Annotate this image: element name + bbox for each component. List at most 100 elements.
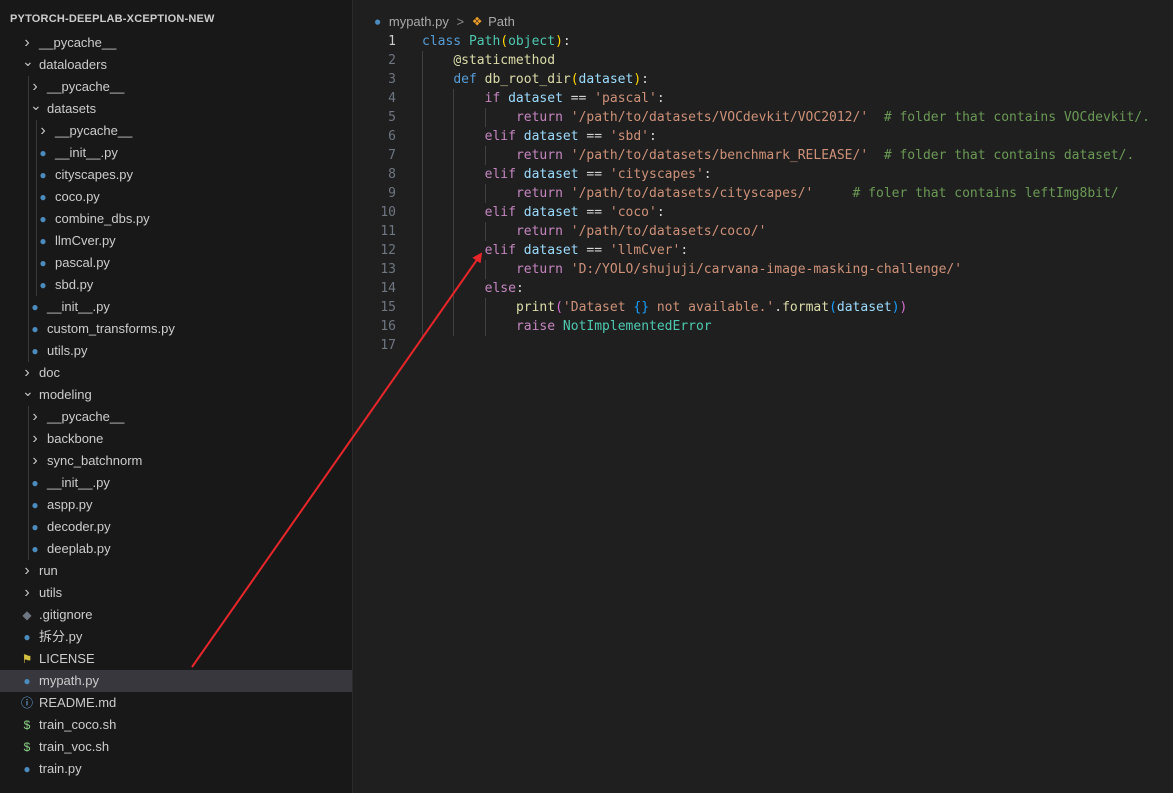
explorer-title[interactable]: PYTORCH-DEEPLAB-XCEPTION-NEW	[10, 13, 215, 25]
code-token: ==	[578, 167, 610, 182]
file-item[interactable]: ● __init__.py	[0, 142, 352, 164]
folder-item[interactable]: ⌄ dataloaders	[0, 53, 352, 76]
code-token: object	[508, 34, 556, 49]
line-number: 14	[380, 281, 396, 296]
line-number: 13	[380, 262, 396, 277]
python-icon: ●	[31, 542, 39, 556]
info-icon: ⓘ	[20, 696, 33, 710]
python-icon: ●	[374, 14, 382, 29]
file-item[interactable]: ● mypath.py	[0, 670, 352, 692]
file-item[interactable]: ● coco.py	[0, 186, 352, 208]
code-token: db_root_dir	[484, 72, 571, 87]
dollar-icon: $	[23, 718, 31, 732]
file-item[interactable]: ● pascal.py	[0, 252, 352, 274]
file-item[interactable]: ⚑ LICENSE	[0, 648, 352, 670]
code-text: return '/path/to/datasets/benchmark_RELE…	[516, 146, 1134, 165]
code-token: ==	[578, 205, 610, 220]
code-token: dataset	[523, 167, 579, 182]
code-token: :	[656, 91, 665, 106]
code-token: NotImplementedError	[562, 319, 712, 334]
folder-item[interactable]: › backbone	[0, 428, 352, 450]
file-item[interactable]: ● combine_dbs.py	[0, 208, 352, 230]
code-token: dataset	[523, 243, 579, 258]
code-text: print('Dataset {} not available.'.format…	[516, 298, 907, 317]
folder-item[interactable]: ⌄ modeling	[0, 383, 352, 406]
chevron-right-icon[interactable]: ›	[22, 582, 32, 604]
folder-item[interactable]: ⌄ datasets	[0, 97, 352, 120]
file-item[interactable]: $ train_coco.sh	[0, 714, 352, 736]
code-token: 'Dataset	[562, 300, 634, 315]
code-token: return	[515, 110, 571, 125]
file-item[interactable]: ● aspp.py	[0, 494, 352, 516]
folder-item[interactable]: › doc	[0, 362, 352, 384]
breadcrumb-file[interactable]: mypath.py	[389, 14, 449, 29]
code-editor[interactable]: ● mypath.py > ❖ Path 1 class Path(object)…	[354, 0, 1173, 793]
file-item[interactable]: ● llmCver.py	[0, 230, 352, 252]
indent-guide	[484, 298, 486, 336]
git-icon: ◆	[22, 608, 32, 622]
file-item[interactable]: ● utils.py	[0, 340, 352, 362]
line-number: 17	[380, 338, 396, 353]
code-token: :	[656, 205, 665, 220]
code-text: else:	[485, 279, 524, 298]
file-item[interactable]: ● custom_transforms.py	[0, 318, 352, 340]
chevron-down-icon[interactable]: ⌄	[22, 50, 34, 72]
folder-item[interactable]: › __pycache__	[0, 406, 352, 428]
folder-item[interactable]: › sync_batchnorm	[0, 450, 352, 472]
file-item[interactable]: ● 拆分.py	[0, 626, 352, 648]
folder-item[interactable]: › __pycache__	[0, 32, 352, 54]
chevron-down-icon[interactable]: ⌄	[30, 94, 42, 116]
code-token: format	[782, 300, 830, 315]
file-item[interactable]: $ train_voc.sh	[0, 736, 352, 758]
tree-item-label: __pycache__	[47, 79, 125, 94]
breadcrumb: ● mypath.py > ❖ Path	[374, 12, 515, 30]
folder-item[interactable]: › __pycache__	[0, 120, 352, 142]
tree-item-label: llmCver.py	[55, 233, 116, 248]
python-icon: ●	[23, 674, 31, 688]
file-item[interactable]: ● decoder.py	[0, 516, 352, 538]
code-token: else	[484, 281, 516, 296]
code-text: return 'D:/YOLO/shujuji/carvana-image-ma…	[516, 260, 962, 279]
file-item[interactable]: ⓘ README.md	[0, 692, 352, 714]
folder-item[interactable]: › __pycache__	[0, 76, 352, 98]
code-token: :	[680, 243, 689, 258]
chevron-right-icon[interactable]: ›	[30, 450, 40, 472]
tree-item-label: modeling	[39, 387, 92, 402]
chevron-down-icon[interactable]: ⌄	[22, 380, 34, 402]
tree-item-label: pascal.py	[55, 255, 110, 270]
tree-item-label: train_voc.sh	[39, 739, 110, 754]
file-item[interactable]: ● deeplab.py	[0, 538, 352, 560]
tree-item-label: __pycache__	[55, 123, 133, 138]
folder-item[interactable]: › run	[0, 560, 352, 582]
folder-item[interactable]: › utils	[0, 582, 352, 604]
breadcrumb-symbol[interactable]: Path	[488, 14, 515, 29]
indent-guide	[484, 146, 486, 165]
python-icon: ●	[23, 762, 31, 776]
file-item[interactable]: ● __init__.py	[0, 472, 352, 494]
line-number: 8	[388, 167, 396, 182]
file-item[interactable]: ● sbd.py	[0, 274, 352, 296]
tree-item-label: cityscapes.py	[55, 167, 134, 182]
code-token: ==	[562, 91, 595, 106]
file-item[interactable]: ● cityscapes.py	[0, 164, 352, 186]
code-token: dataset	[836, 300, 892, 315]
python-icon: ●	[31, 476, 39, 490]
python-icon: ●	[31, 498, 39, 512]
file-item[interactable]: ◆ .gitignore	[0, 604, 352, 626]
tree-item-label: utils	[39, 585, 63, 600]
python-icon: ●	[39, 212, 47, 226]
tree-item-label: combine_dbs.py	[55, 211, 150, 226]
python-icon: ●	[39, 234, 47, 248]
code-token: not available.'	[649, 300, 775, 315]
code-token: .	[774, 300, 783, 315]
chevron-right-icon[interactable]: ›	[22, 560, 32, 582]
file-item[interactable]: ● __init__.py	[0, 296, 352, 318]
indent-guide	[28, 406, 29, 560]
file-item[interactable]: ● train.py	[0, 758, 352, 780]
chevron-right-icon[interactable]: ›	[30, 428, 40, 450]
chevron-right-icon[interactable]: ›	[38, 120, 48, 142]
chevron-right-icon[interactable]: ›	[30, 406, 40, 428]
python-icon: ●	[23, 630, 31, 644]
code-token: :	[649, 129, 657, 144]
